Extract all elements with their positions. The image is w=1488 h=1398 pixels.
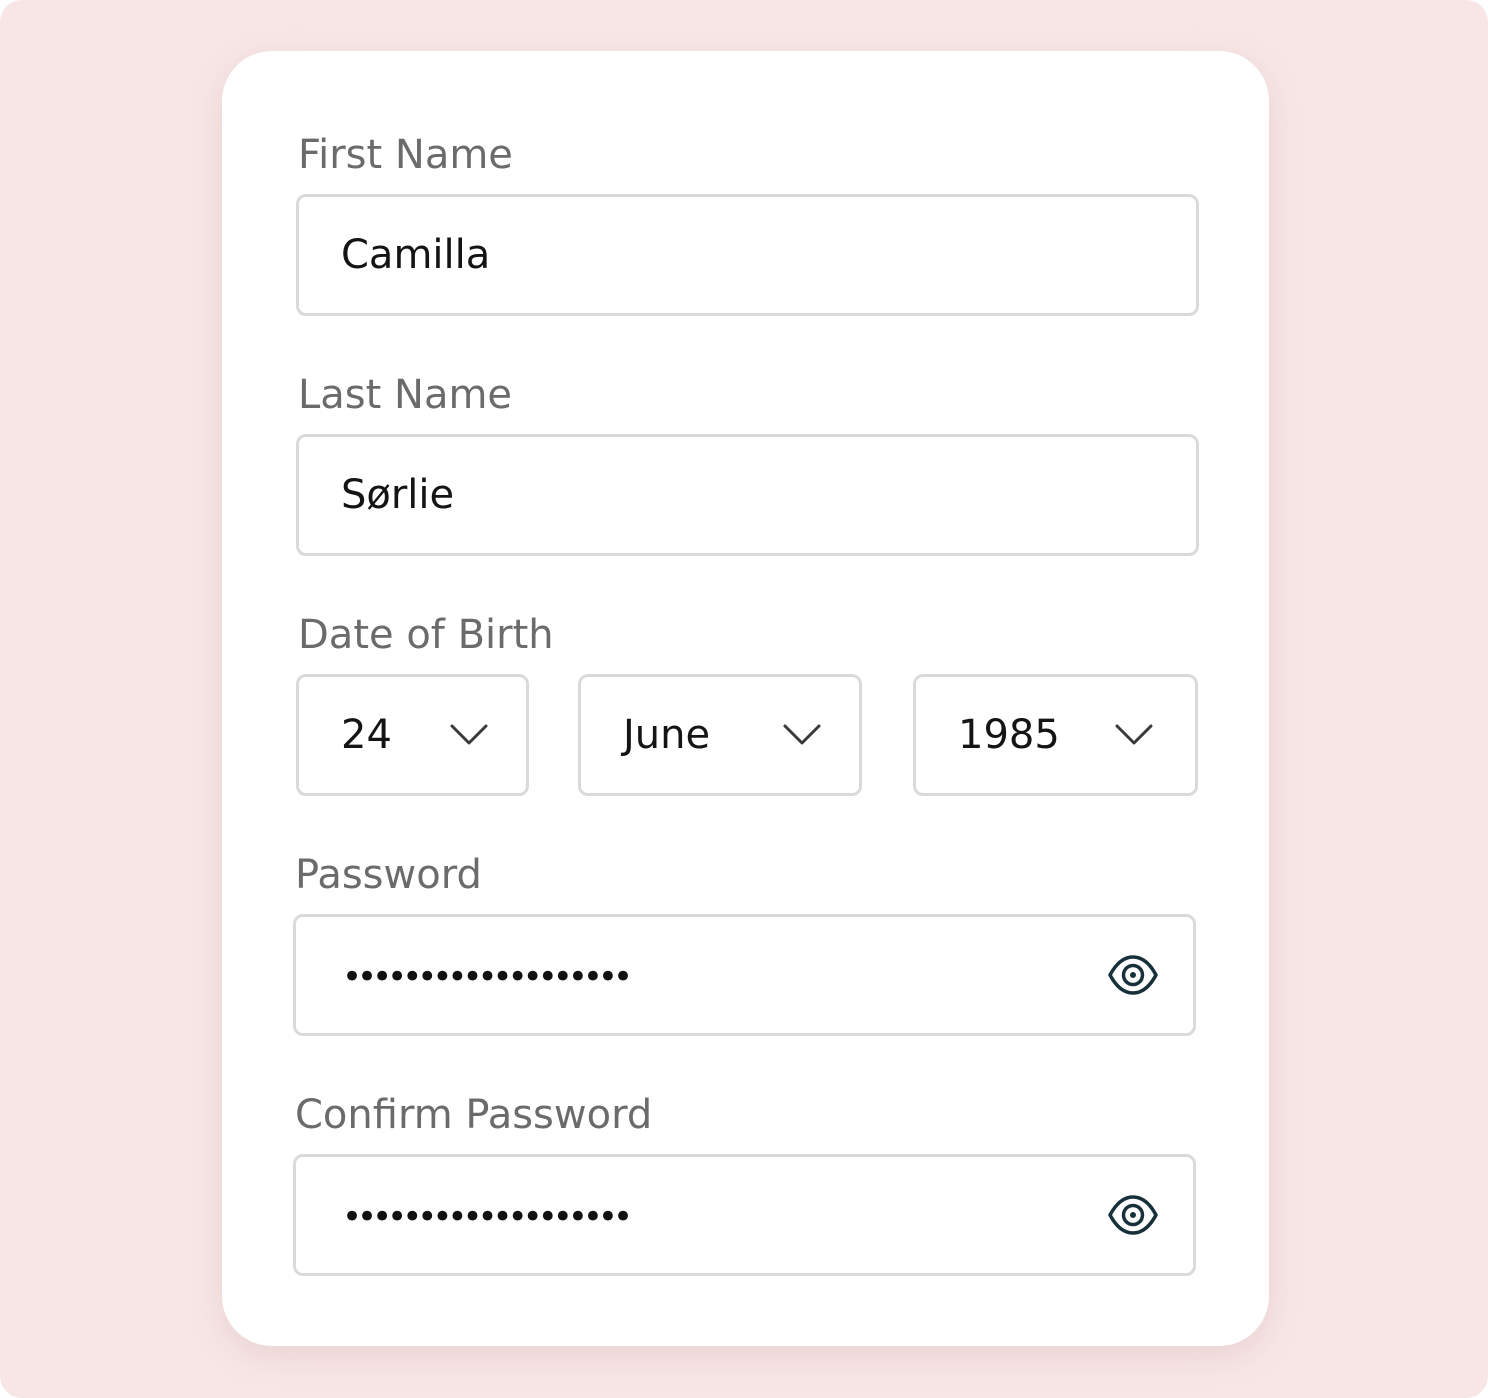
signup-form-card: First Name Camilla Last Name Sørlie Date…	[222, 51, 1269, 1346]
birth-year-select[interactable]: 1985	[913, 674, 1198, 796]
birth-year-value: 1985	[958, 712, 1060, 758]
confirm-password-field[interactable]: •••••••••••••••••••	[293, 1154, 1196, 1276]
birth-day-select[interactable]: 24	[296, 674, 529, 796]
first-name-value: Camilla	[341, 232, 491, 278]
password-label: Password	[295, 852, 482, 898]
last-name-value: Sørlie	[341, 472, 455, 518]
birth-month-select[interactable]: June	[578, 674, 862, 796]
last-name-label: Last Name	[298, 372, 513, 418]
eye-icon[interactable]	[1107, 1193, 1159, 1237]
date-of-birth-label: Date of Birth	[298, 612, 554, 658]
first-name-label: First Name	[298, 132, 513, 178]
password-field[interactable]: •••••••••••••••••••	[293, 914, 1196, 1036]
chevron-down-icon	[450, 724, 488, 745]
confirm-password-masked-value: •••••••••••••••••••	[342, 1197, 633, 1237]
last-name-field[interactable]: Sørlie	[296, 434, 1199, 556]
birth-month-value: June	[623, 712, 711, 758]
confirm-password-label: Confirm Password	[295, 1092, 653, 1138]
birth-day-value: 24	[341, 712, 392, 758]
password-masked-value: •••••••••••••••••••	[342, 957, 633, 997]
chevron-down-icon	[1115, 724, 1153, 745]
chevron-down-icon	[783, 724, 821, 745]
eye-icon[interactable]	[1107, 953, 1159, 997]
first-name-field[interactable]: Camilla	[296, 194, 1199, 316]
